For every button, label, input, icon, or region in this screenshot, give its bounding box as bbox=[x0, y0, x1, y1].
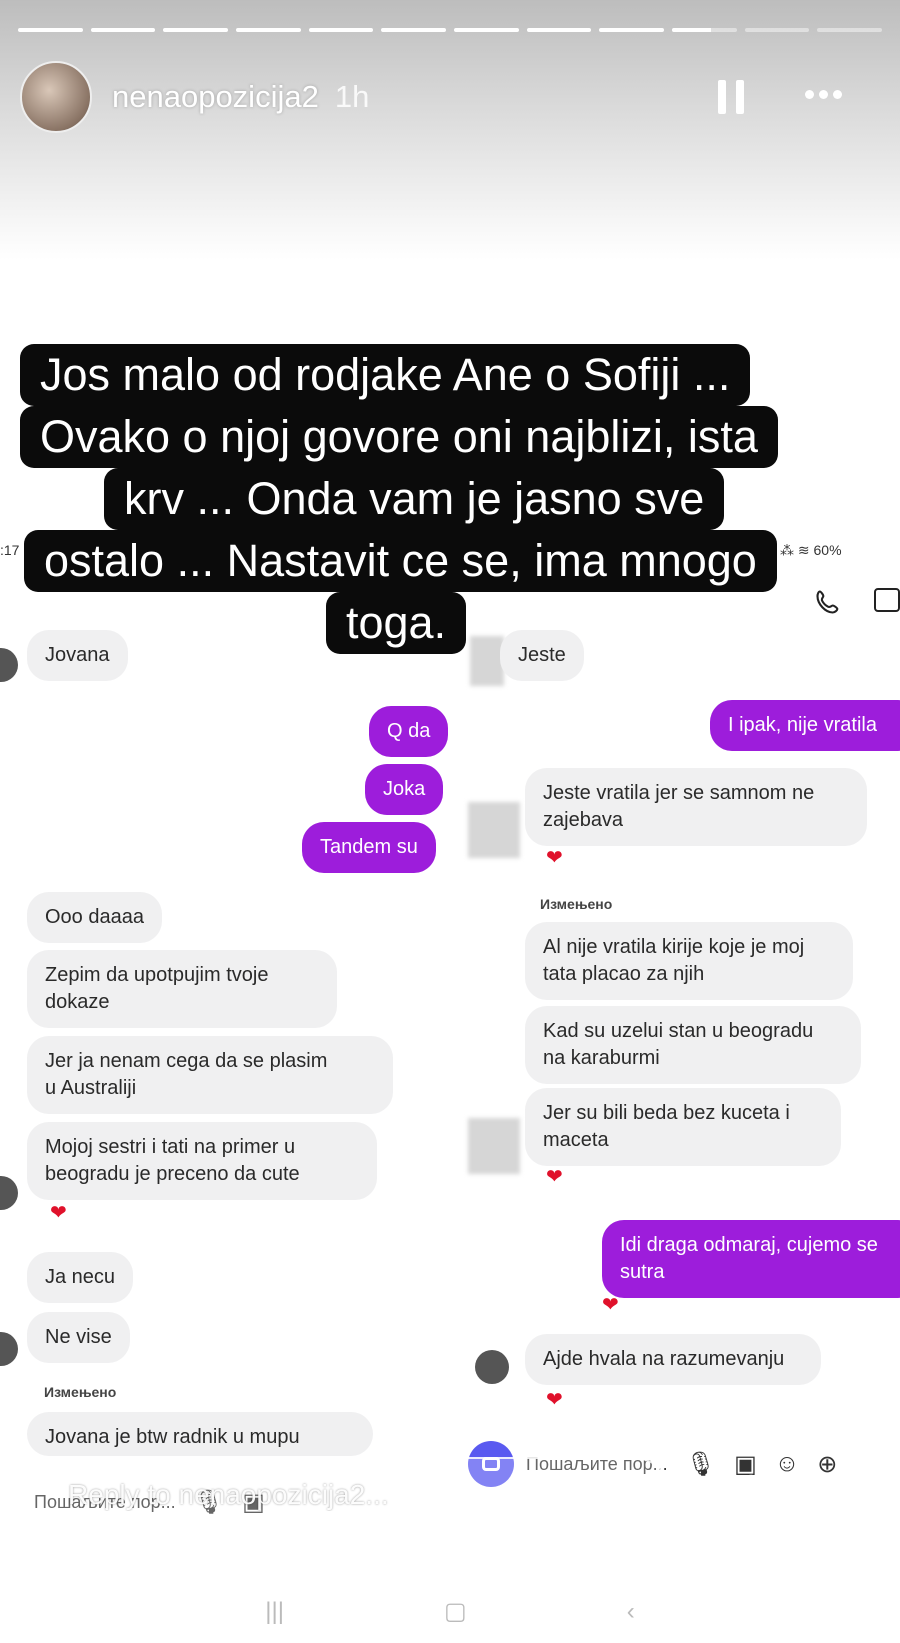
profile-avatar[interactable] bbox=[20, 61, 92, 133]
caption-line: Ovako o njoj govore oni najblizi, ista bbox=[20, 406, 778, 468]
home-icon[interactable]: ▢ bbox=[444, 1597, 467, 1626]
message-in: Mojoj sestri i tati na primer u beogradu… bbox=[27, 1122, 377, 1200]
progress-segment bbox=[236, 28, 301, 32]
pause-icon[interactable] bbox=[718, 80, 744, 114]
progress-segment bbox=[308, 28, 374, 32]
post-time: 1h bbox=[334, 79, 370, 114]
message-contact-name: Jeste bbox=[500, 630, 584, 681]
send-icon[interactable] bbox=[808, 1470, 858, 1520]
progress-segment bbox=[672, 28, 737, 32]
heart-reaction-icon: ❤ bbox=[546, 847, 563, 869]
heart-reaction-icon: ❤ bbox=[546, 1166, 563, 1188]
reply-field[interactable] bbox=[20, 1457, 672, 1533]
edited-label: Измењено bbox=[540, 896, 613, 912]
story-progress-bar bbox=[18, 28, 883, 32]
heart-reaction-icon: ❤ bbox=[546, 1389, 563, 1411]
message-in: Ajde hvala na razumevanju bbox=[525, 1334, 821, 1385]
message-in: Al nije vratila kirije koje je moj tata … bbox=[525, 922, 853, 1000]
message-contact-name: Jovana bbox=[27, 630, 128, 681]
reply-input[interactable] bbox=[68, 1479, 670, 1511]
caption-line: toga. bbox=[326, 592, 467, 654]
message-in: Zepim da upotpujim tvoje dokaze bbox=[27, 950, 337, 1028]
contact-avatar bbox=[0, 1332, 18, 1366]
message-in: Kad su uzelui stan u beogradu na karabur… bbox=[525, 1006, 861, 1084]
sticker-icon[interactable]: ☺ bbox=[775, 1450, 800, 1478]
progress-segment bbox=[817, 28, 883, 32]
contact-avatar bbox=[475, 1350, 509, 1384]
message-out: I ipak, nije vratila bbox=[710, 700, 900, 751]
message-in: Jer su bili beda bez kuceta i maceta bbox=[525, 1088, 841, 1166]
progress-segment bbox=[18, 28, 83, 32]
contact-avatar bbox=[0, 648, 18, 682]
story-header: nenaopozicija2 1h bbox=[20, 61, 880, 133]
back-icon[interactable]: ‹ bbox=[627, 1598, 635, 1626]
blurred-avatar bbox=[468, 802, 520, 858]
progress-segment bbox=[599, 28, 665, 32]
progress-segment bbox=[526, 28, 592, 32]
blurred-avatar bbox=[468, 1118, 520, 1174]
like-heart-icon[interactable] bbox=[712, 1470, 768, 1520]
heart-reaction-icon: ❤ bbox=[602, 1294, 619, 1316]
message-out: Joka bbox=[365, 764, 444, 815]
recents-icon[interactable]: ||| bbox=[265, 1598, 284, 1626]
progress-segment bbox=[163, 28, 229, 32]
heart-reaction-icon: ❤ bbox=[50, 1202, 67, 1224]
username[interactable]: nenaopozicija2 bbox=[112, 79, 319, 115]
message-out: Q da bbox=[369, 706, 449, 757]
message-out: Idi draga odmaraj, cujemo se sutra bbox=[602, 1220, 900, 1298]
message-in: Jovana je btw radnik u mupu bbox=[27, 1412, 373, 1456]
message-in: Ja necu bbox=[27, 1252, 134, 1303]
phone-icon[interactable] bbox=[814, 588, 842, 616]
contact-avatar bbox=[0, 1176, 18, 1210]
caption-line: Jos malo od rodjake Ane o Sofiji ... bbox=[20, 344, 751, 406]
android-nav-bar: ||| ▢ ‹ bbox=[0, 1580, 900, 1643]
caption-line: ostalo ... Nastavit ce se, ima mnogo bbox=[24, 530, 777, 592]
blurred-avatar bbox=[470, 636, 504, 686]
progress-segment bbox=[454, 28, 519, 32]
progress-segment bbox=[90, 28, 156, 32]
message-out: Tandem su bbox=[302, 822, 436, 873]
caption-line: krv ... Onda vam je jasno sve bbox=[104, 468, 725, 530]
status-bar-time: :17 bbox=[0, 542, 20, 558]
more-options-icon[interactable] bbox=[805, 90, 842, 99]
message-in: Jer ja nenam cega da se plasim u Austral… bbox=[27, 1036, 393, 1114]
message-in: Ne vise bbox=[27, 1312, 130, 1363]
message-in: Jeste vratila jer se samnom ne zajebava bbox=[525, 768, 867, 846]
progress-segment bbox=[381, 28, 447, 32]
video-call-icon[interactable] bbox=[874, 588, 900, 612]
edited-label: Измењено bbox=[44, 1384, 117, 1400]
progress-segment bbox=[744, 28, 810, 32]
status-bar-battery: ⁂ ≋ 60% bbox=[780, 542, 842, 558]
message-in: Ooo daaaa bbox=[27, 892, 162, 943]
